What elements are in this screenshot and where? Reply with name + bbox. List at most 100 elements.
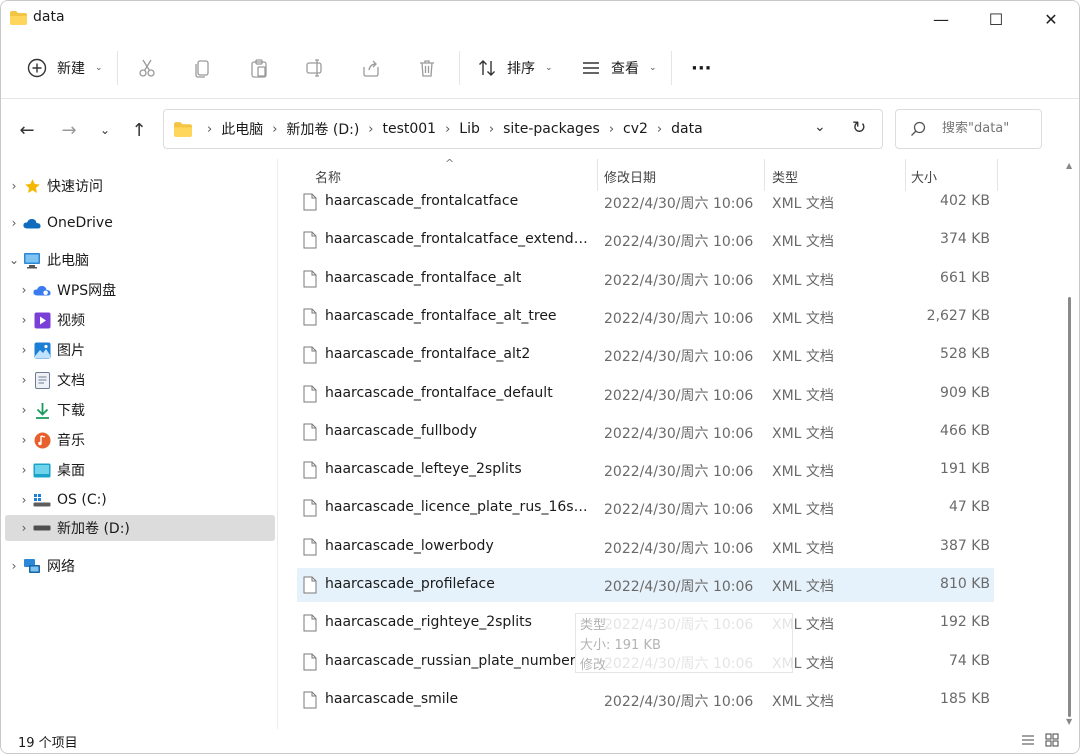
chevron-right-icon[interactable]: › (15, 373, 33, 387)
sidebar-item-label: OS (C:) (57, 492, 107, 508)
share-button[interactable] (359, 51, 383, 85)
file-row[interactable]: haarcascade_smile 2022/4/30/周六 10:06 XML 文… (297, 683, 994, 717)
file-row[interactable]: haarcascade_lowerbody 2022/4/30/周六 10:06 X… (297, 530, 994, 564)
sidebar-item-this-pc[interactable]: ⌄ 此电脑 (5, 247, 275, 273)
column-header-name[interactable]: 名称 (315, 167, 341, 186)
close-button[interactable]: ✕ (1026, 1, 1076, 37)
search-input[interactable] (942, 121, 1037, 136)
file-row[interactable]: haarcascade_frontalcatface_extended 2022/… (297, 223, 994, 257)
breadcrumb-chevron-icon[interactable]: › (445, 122, 450, 137)
search-box[interactable] (895, 109, 1042, 149)
file-row[interactable]: haarcascade_profileface 2022/4/30/周六 10:0… (297, 568, 994, 602)
file-name: haarcascade_frontalface_alt2 (325, 346, 531, 363)
chevron-right-icon[interactable]: › (15, 403, 33, 417)
sort-button[interactable]: 排序 ⌄ (475, 51, 553, 85)
sidebar-item-quick-access[interactable]: › 快速访问 (5, 173, 275, 199)
chevron-down-icon[interactable]: ⌄ (5, 253, 23, 267)
chevron-right-icon[interactable]: › (15, 493, 33, 507)
scrollbar-thumb[interactable] (1068, 297, 1071, 717)
column-header-type[interactable]: 类型 (772, 167, 798, 186)
breadcrumb-chevron-icon[interactable]: › (368, 122, 373, 137)
view-button[interactable]: 查看 ⌄ (579, 51, 657, 85)
back-arrow-icon[interactable]: ← (13, 116, 41, 144)
forward-arrow-icon[interactable]: → (55, 116, 83, 144)
copy-button[interactable] (191, 51, 215, 85)
sidebar-item-music[interactable]: › 音乐 (15, 427, 275, 453)
tiles-view-icon[interactable] (1045, 733, 1059, 751)
breadcrumb-chevron-icon[interactable]: › (609, 122, 614, 137)
delete-button[interactable] (415, 51, 439, 85)
sidebar-item-downloads[interactable]: › 下载 (15, 397, 275, 423)
address-bar[interactable]: › 此电脑 › 新加卷 (D:) › test001 › Lib › site-… (163, 109, 883, 149)
column-divider[interactable] (997, 159, 998, 191)
column-header-size[interactable]: 大小 (911, 167, 937, 186)
paste-button[interactable] (247, 51, 271, 85)
file-row[interactable]: haarcascade_frontalcatface 2022/4/30/周六 1… (297, 185, 994, 219)
sidebar-item-network[interactable]: › 网络 (5, 553, 275, 579)
sidebar-item-documents[interactable]: › 文档 (15, 367, 275, 393)
chevron-right-icon[interactable]: › (5, 559, 23, 573)
sidebar-item-pictures[interactable]: › 图片 (15, 337, 275, 363)
more-options-button[interactable]: ··· (691, 51, 712, 85)
sidebar-item-desktop[interactable]: › 桌面 (15, 457, 275, 483)
file-date: 2022/4/30/周六 10:06 (604, 387, 754, 404)
breadcrumb-item[interactable]: Lib (459, 121, 480, 137)
breadcrumb-item[interactable]: test001 (382, 121, 436, 137)
up-arrow-icon[interactable]: ↑ (125, 116, 153, 144)
recent-locations-chevron-icon[interactable]: ⌄ (91, 116, 119, 144)
file-row[interactable]: haarcascade_frontalface_default 2022/4/30… (297, 377, 994, 411)
file-name: haarcascade_righteye_2splits (325, 614, 532, 631)
chevron-right-icon[interactable]: › (15, 521, 33, 535)
maximize-button[interactable]: ☐ (971, 1, 1021, 37)
share-icon (359, 56, 383, 80)
sidebar-item-label: 文档 (57, 373, 85, 389)
file-row[interactable]: haarcascade_frontalface_alt 2022/4/30/周六 … (297, 262, 994, 296)
file-name: haarcascade_licence_plate_rus_16sta... (325, 499, 589, 516)
sidebar-item-drive-d[interactable]: › 新加卷 (D:) (5, 515, 275, 541)
chevron-right-icon[interactable]: › (5, 179, 23, 193)
sidebar-item-onedrive[interactable]: › OneDrive (5, 210, 275, 236)
breadcrumb-chevron-icon[interactable]: › (207, 122, 212, 137)
file-row[interactable]: haarcascade_lefteye_2splits 2022/4/30/周六 … (297, 453, 994, 487)
video-icon (33, 311, 51, 329)
pictures-icon (33, 341, 51, 359)
sidebar-item-videos[interactable]: › 视频 (15, 307, 275, 333)
chevron-right-icon[interactable]: › (15, 433, 33, 447)
breadcrumb-chevron-icon[interactable]: › (657, 122, 662, 137)
minimize-button[interactable]: — (916, 1, 966, 37)
chevron-right-icon[interactable]: › (15, 343, 33, 357)
vertical-scrollbar[interactable]: ▲ ▼ (1066, 161, 1073, 726)
breadcrumb-item[interactable]: site-packages (503, 121, 600, 137)
chevron-right-icon[interactable]: › (5, 216, 23, 230)
rename-button[interactable] (303, 51, 327, 85)
cut-button[interactable] (135, 51, 159, 85)
file-row[interactable]: haarcascade_fullbody 2022/4/30/周六 10:06 XM… (297, 415, 994, 449)
address-dropdown-chevron-icon[interactable]: ⌄ (814, 119, 826, 135)
chevron-right-icon[interactable]: › (15, 313, 33, 327)
sidebar-item-drive-c[interactable]: › OS (C:) (15, 487, 275, 513)
breadcrumb-chevron-icon[interactable]: › (489, 122, 494, 137)
chevron-right-icon[interactable]: › (15, 283, 33, 297)
navigation-pane: › 快速访问 › OneDrive ⌄ 此电脑 › WPS网盘 › 视频 › 图… (1, 159, 278, 729)
breadcrumb-item[interactable]: 此电脑 (221, 119, 263, 139)
scroll-up-icon[interactable]: ▲ (1066, 161, 1072, 170)
file-name: haarcascade_lefteye_2splits (325, 461, 522, 478)
new-button[interactable]: 新建 ⌄ (25, 51, 103, 85)
column-header-date[interactable]: 修改日期 (604, 167, 656, 186)
scroll-down-icon[interactable]: ▼ (1066, 717, 1072, 726)
refresh-icon[interactable]: ↻ (852, 118, 866, 138)
file-date: 2022/4/30/周六 10:06 (604, 693, 754, 710)
sidebar-item-label: 视频 (57, 313, 85, 329)
file-row[interactable]: haarcascade_frontalface_alt2 2022/4/30/周六… (297, 338, 994, 372)
breadcrumb-item[interactable]: 新加卷 (D:) (286, 119, 359, 139)
breadcrumb-item[interactable]: cv2 (623, 121, 648, 137)
chevron-down-icon: ⌄ (95, 63, 103, 73)
file-row[interactable]: haarcascade_frontalface_alt_tree 2022/4/3… (297, 300, 994, 334)
chevron-right-icon[interactable]: › (15, 463, 33, 477)
breadcrumb-item[interactable]: data (671, 121, 703, 137)
file-size: 374 KB (940, 231, 990, 248)
breadcrumb-chevron-icon[interactable]: › (272, 122, 277, 137)
file-row[interactable]: haarcascade_licence_plate_rus_16sta... 20… (297, 491, 994, 525)
sidebar-item-wps-cloud[interactable]: › WPS网盘 (15, 277, 275, 303)
details-view-icon[interactable] (1021, 733, 1035, 751)
